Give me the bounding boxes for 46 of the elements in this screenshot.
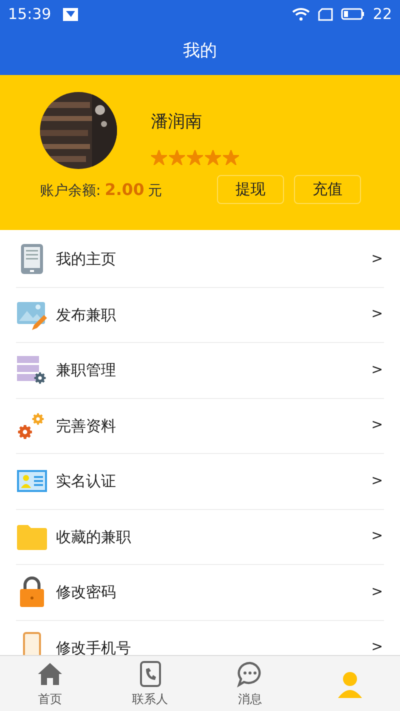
- battery-level: 22: [372, 4, 392, 25]
- chevron: >: [371, 472, 383, 491]
- menu-item[interactable]: 我的主页 >: [16, 232, 384, 288]
- chevron: >: [371, 250, 383, 269]
- menu-label: 完善资料: [56, 416, 117, 436]
- page-title: 我的: [183, 40, 217, 63]
- star-icon: [151, 150, 167, 164]
- battery-icon: [340, 8, 365, 20]
- chevron: >: [371, 360, 383, 380]
- list-gear-icon: [16, 354, 48, 386]
- menu-label: 实名认证: [56, 471, 117, 492]
- recharge-button[interactable]: 充值: [294, 175, 361, 204]
- menu-item[interactable]: 收藏的兼职 >: [16, 510, 384, 565]
- tab[interactable]: 首页: [0, 656, 100, 711]
- wifi-icon: [292, 7, 310, 21]
- star-icon: [223, 150, 239, 164]
- menu-label: 我的主页: [56, 249, 117, 270]
- menu-item[interactable]: 修改密码 >: [16, 565, 384, 620]
- chevron: >: [371, 638, 383, 655]
- menu-label: 修改密码: [56, 582, 117, 603]
- menu-label: 兼职管理: [56, 360, 117, 381]
- menu-item[interactable]: 完善资料 >: [16, 398, 384, 454]
- user-name: 潘润南: [151, 111, 203, 134]
- star-icon: [205, 150, 221, 164]
- menu-label: 发布兼职: [56, 304, 117, 326]
- chevron: >: [371, 582, 383, 602]
- chevron: >: [371, 416, 383, 436]
- tab[interactable]: 消息: [200, 656, 300, 711]
- balance-label: 账户余额:: [40, 182, 101, 200]
- chevron: >: [371, 527, 383, 546]
- withdraw-button[interactable]: 提现: [217, 175, 284, 204]
- status-time: 15:39: [8, 4, 52, 25]
- menu-label: 修改手机号: [56, 638, 132, 655]
- menu-item[interactable]: 实名认证 >: [16, 454, 384, 510]
- balance-amount: 2.00: [104, 178, 144, 200]
- tab[interactable]: 联系人: [100, 656, 200, 711]
- person-icon: [336, 670, 364, 698]
- menu-item[interactable]: 发布兼职 >: [16, 288, 384, 343]
- chevron: >: [371, 305, 383, 324]
- currency-label: 元: [148, 182, 162, 200]
- notification-icon: [63, 8, 78, 20]
- menu-label: 收藏的兼职: [56, 526, 132, 548]
- menu-item[interactable]: 兼职管理 >: [16, 343, 384, 398]
- star-icon: [187, 150, 203, 164]
- sim-icon: [318, 8, 333, 20]
- star-icon: [169, 150, 185, 164]
